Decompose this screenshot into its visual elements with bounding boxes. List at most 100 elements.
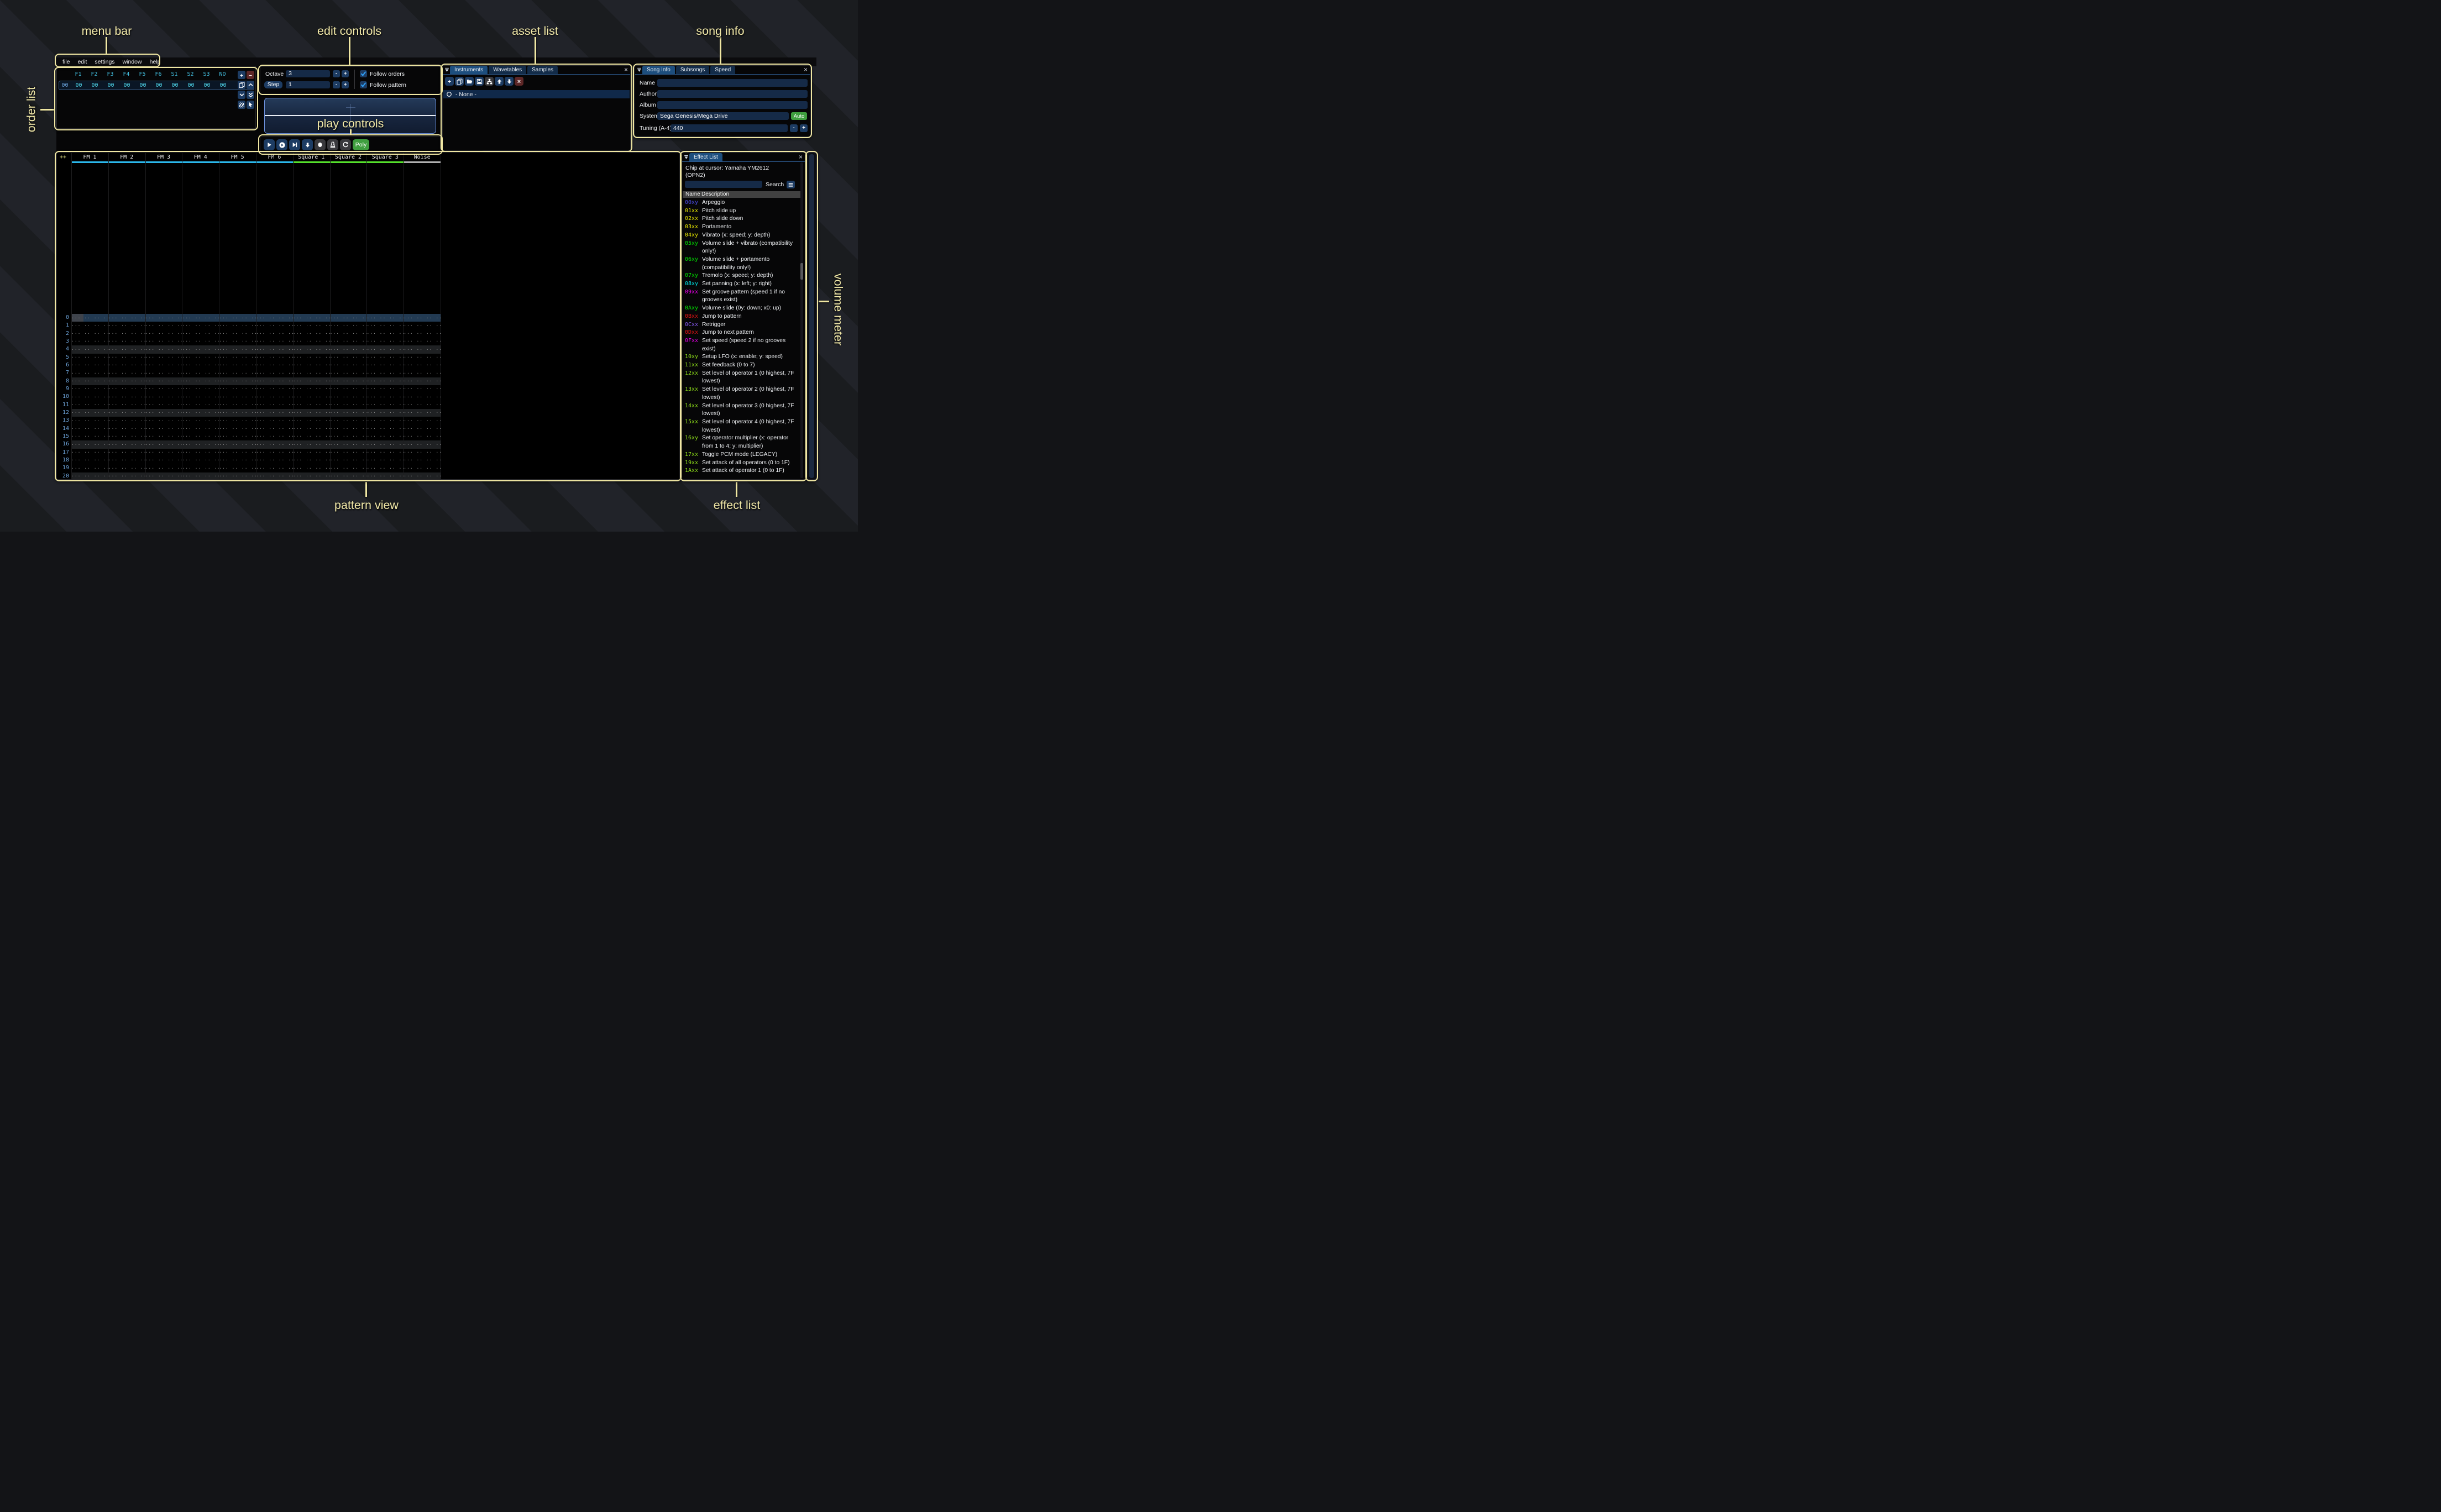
move-order-up-button[interactable]	[247, 81, 254, 89]
pattern-cell[interactable]: ··· ·· ·· ····	[108, 402, 145, 408]
step-one-row-button[interactable]	[302, 139, 313, 150]
pattern-cell[interactable]: ··· ·· ·· ····	[404, 323, 441, 329]
octave-increase-button[interactable]: +	[342, 70, 349, 77]
octave-input[interactable]: 3	[286, 70, 330, 77]
pattern-cell[interactable]: ··· ·· ·· ····	[145, 386, 182, 392]
pattern-cell[interactable]: ··· ·· ·· ····	[404, 395, 441, 401]
play-from-cursor-button[interactable]	[289, 139, 300, 150]
pattern-cell[interactable]: ··· ·· ·· ····	[182, 418, 219, 424]
remove-order-button[interactable]: −	[247, 71, 254, 79]
pattern-cell[interactable]: ··· ·· ·· ····	[330, 434, 367, 440]
pattern-cell[interactable]: ··· ·· ·· ····	[366, 363, 404, 369]
channel-header-square-1[interactable]: Square 1	[293, 154, 330, 160]
pattern-cell[interactable]: ··· ·· ·· ····	[219, 379, 256, 385]
pattern-cell[interactable]: ··· ·· ·· ····	[145, 474, 182, 480]
pattern-cell[interactable]: ··· ·· ·· ····	[366, 434, 404, 440]
pattern-expand-button[interactable]: ++	[60, 154, 66, 160]
pattern-cell[interactable]: ··· ·· ·· ····	[108, 386, 145, 392]
menu-item-help[interactable]: help	[150, 59, 161, 65]
pattern-cell[interactable]: ··· ·· ·· ····	[219, 395, 256, 401]
pattern-cell[interactable]: ··· ·· ·· ····	[219, 450, 256, 456]
pattern-cell[interactable]: ··· ·· ·· ····	[330, 450, 367, 456]
order-cell-f6[interactable]: 00	[151, 82, 167, 88]
pattern-cell[interactable]: ··· ·· ·· ····	[145, 458, 182, 464]
pattern-cell[interactable]: ··· ·· ·· ····	[330, 363, 367, 369]
effect-entry-16xy[interactable]: 16xySet operator multiplier (x: operator…	[685, 434, 800, 450]
pattern-cell[interactable]: ··· ·· ·· ····	[293, 466, 330, 472]
pattern-cell[interactable]: ··· ·· ·· ····	[219, 474, 256, 480]
pattern-cell[interactable]: ··· ·· ·· ····	[330, 386, 367, 392]
pattern-row-17[interactable]: 17··· ·· ·· ······· ·· ·· ······· ·· ·· …	[57, 449, 441, 456]
channel-header-fm-2[interactable]: FM 2	[108, 154, 145, 160]
pattern-cell[interactable]: ··· ·· ·· ····	[145, 466, 182, 472]
pattern-cell[interactable]: ··· ·· ·· ····	[330, 466, 367, 472]
pattern-cell[interactable]: ··· ·· ·· ····	[108, 395, 145, 401]
effect-entry-11xx[interactable]: 11xxSet feedback (0 to 7)	[685, 361, 800, 370]
pattern-cell[interactable]: ··· ·· ·· ····	[182, 426, 219, 432]
pattern-cell[interactable]: ··· ·· ·· ····	[71, 458, 108, 464]
duplicate-order-at-end-button[interactable]	[247, 91, 254, 99]
pattern-cell[interactable]: ··· ·· ·· ····	[404, 434, 441, 440]
channel-header-fm-5[interactable]: FM 5	[219, 154, 256, 160]
order-cell-s1[interactable]: 00	[167, 82, 183, 88]
menu-item-edit[interactable]: edit	[77, 59, 87, 65]
pattern-cell[interactable]: ··· ·· ·· ····	[71, 466, 108, 472]
pattern-cell[interactable]: ··· ·· ·· ····	[256, 363, 293, 369]
asset-list-item[interactable]: - None -	[443, 90, 630, 98]
effect-list-scrollbar[interactable]	[800, 162, 803, 478]
pattern-row-14[interactable]: 14··· ·· ·· ······· ·· ·· ······· ·· ·· …	[57, 425, 441, 433]
pattern-cell[interactable]: ··· ·· ·· ····	[366, 395, 404, 401]
channel-header-square-2[interactable]: Square 2	[330, 154, 367, 160]
pattern-cell[interactable]: ··· ·· ·· ····	[108, 323, 145, 329]
effect-entry-04xy[interactable]: 04xyVibrato (x: speed; y: depth)	[685, 232, 800, 240]
deep-clone-order-button[interactable]	[238, 101, 245, 109]
effect-list-menu-button[interactable]	[787, 181, 795, 188]
pattern-cell[interactable]: ··· ·· ·· ····	[293, 355, 330, 361]
order-column-header-s2[interactable]: S2	[182, 71, 198, 77]
duplicate-order-button[interactable]	[238, 81, 245, 89]
channel-header-fm-3[interactable]: FM 3	[145, 154, 182, 160]
pattern-cell[interactable]: ··· ·· ·· ····	[182, 434, 219, 440]
effect-entry-0bxx[interactable]: 0BxxJump to pattern	[685, 313, 800, 321]
pattern-cell[interactable]: ··· ·· ·· ····	[366, 442, 404, 448]
pattern-cell[interactable]: ··· ·· ·· ····	[293, 347, 330, 353]
save-asset-button[interactable]	[475, 77, 484, 86]
step-input[interactable]: 1	[286, 81, 330, 88]
pattern-cell[interactable]: ··· ·· ·· ····	[404, 363, 441, 369]
pattern-cell[interactable]: ··· ·· ·· ····	[366, 379, 404, 385]
pattern-cell[interactable]: ··· ·· ·· ····	[182, 458, 219, 464]
pattern-cell[interactable]: ··· ·· ·· ····	[182, 395, 219, 401]
pattern-cell[interactable]: ··· ·· ·· ····	[330, 371, 367, 377]
polyphony-button[interactable]: Poly	[353, 139, 369, 150]
pattern-cell[interactable]: ··· ·· ·· ····	[71, 426, 108, 432]
channel-header-square-3[interactable]: Square 3	[366, 154, 404, 160]
pattern-cell[interactable]: ··· ·· ·· ····	[108, 363, 145, 369]
add-asset-button[interactable]: +	[445, 77, 454, 86]
collapse-window-icon[interactable]	[636, 67, 642, 74]
menu-item-settings[interactable]: settings	[95, 59, 114, 65]
effect-entry-05xy[interactable]: 05xyVolume slide + vibrato (compatibilit…	[685, 240, 800, 256]
pattern-cell[interactable]: ··· ·· ·· ····	[366, 347, 404, 353]
channel-header-noise[interactable]: Noise	[404, 154, 441, 160]
pattern-cell[interactable]: ··· ·· ·· ····	[256, 442, 293, 448]
pattern-cell[interactable]: ··· ·· ·· ····	[256, 458, 293, 464]
pattern-row-1[interactable]: 1··· ·· ·· ······· ·· ·· ······· ·· ·· ·…	[57, 322, 441, 329]
effect-entry-0fxx[interactable]: 0FxxSet speed (speed 2 if no grooves exi…	[685, 337, 800, 353]
pattern-cell[interactable]: ··· ·· ·· ····	[293, 371, 330, 377]
order-cell-f5[interactable]: 00	[135, 82, 151, 88]
pattern-cell[interactable]: ··· ·· ·· ····	[404, 347, 441, 353]
follow-orders-checkbox[interactable]	[360, 70, 367, 77]
pattern-cell[interactable]: ··· ·· ·· ····	[71, 363, 108, 369]
pattern-cell[interactable]: ··· ·· ·· ····	[404, 339, 441, 345]
order-cell-f2[interactable]: 00	[87, 82, 103, 88]
pattern-cell[interactable]: ··· ·· ·· ····	[182, 355, 219, 361]
pattern-cell[interactable]: ··· ·· ·· ····	[108, 434, 145, 440]
stop-button[interactable]	[315, 139, 326, 150]
pattern-cell[interactable]: ··· ·· ·· ····	[256, 379, 293, 385]
pattern-cell[interactable]: ··· ·· ·· ····	[145, 434, 182, 440]
pattern-cell[interactable]: ··· ·· ·· ····	[330, 316, 367, 322]
pattern-cell[interactable]: ··· ·· ·· ····	[330, 355, 367, 361]
pattern-cell[interactable]: ··· ·· ·· ····	[404, 426, 441, 432]
pattern-cell[interactable]: ··· ·· ·· ····	[219, 418, 256, 424]
pattern-cell[interactable]: ··· ·· ·· ····	[404, 450, 441, 456]
